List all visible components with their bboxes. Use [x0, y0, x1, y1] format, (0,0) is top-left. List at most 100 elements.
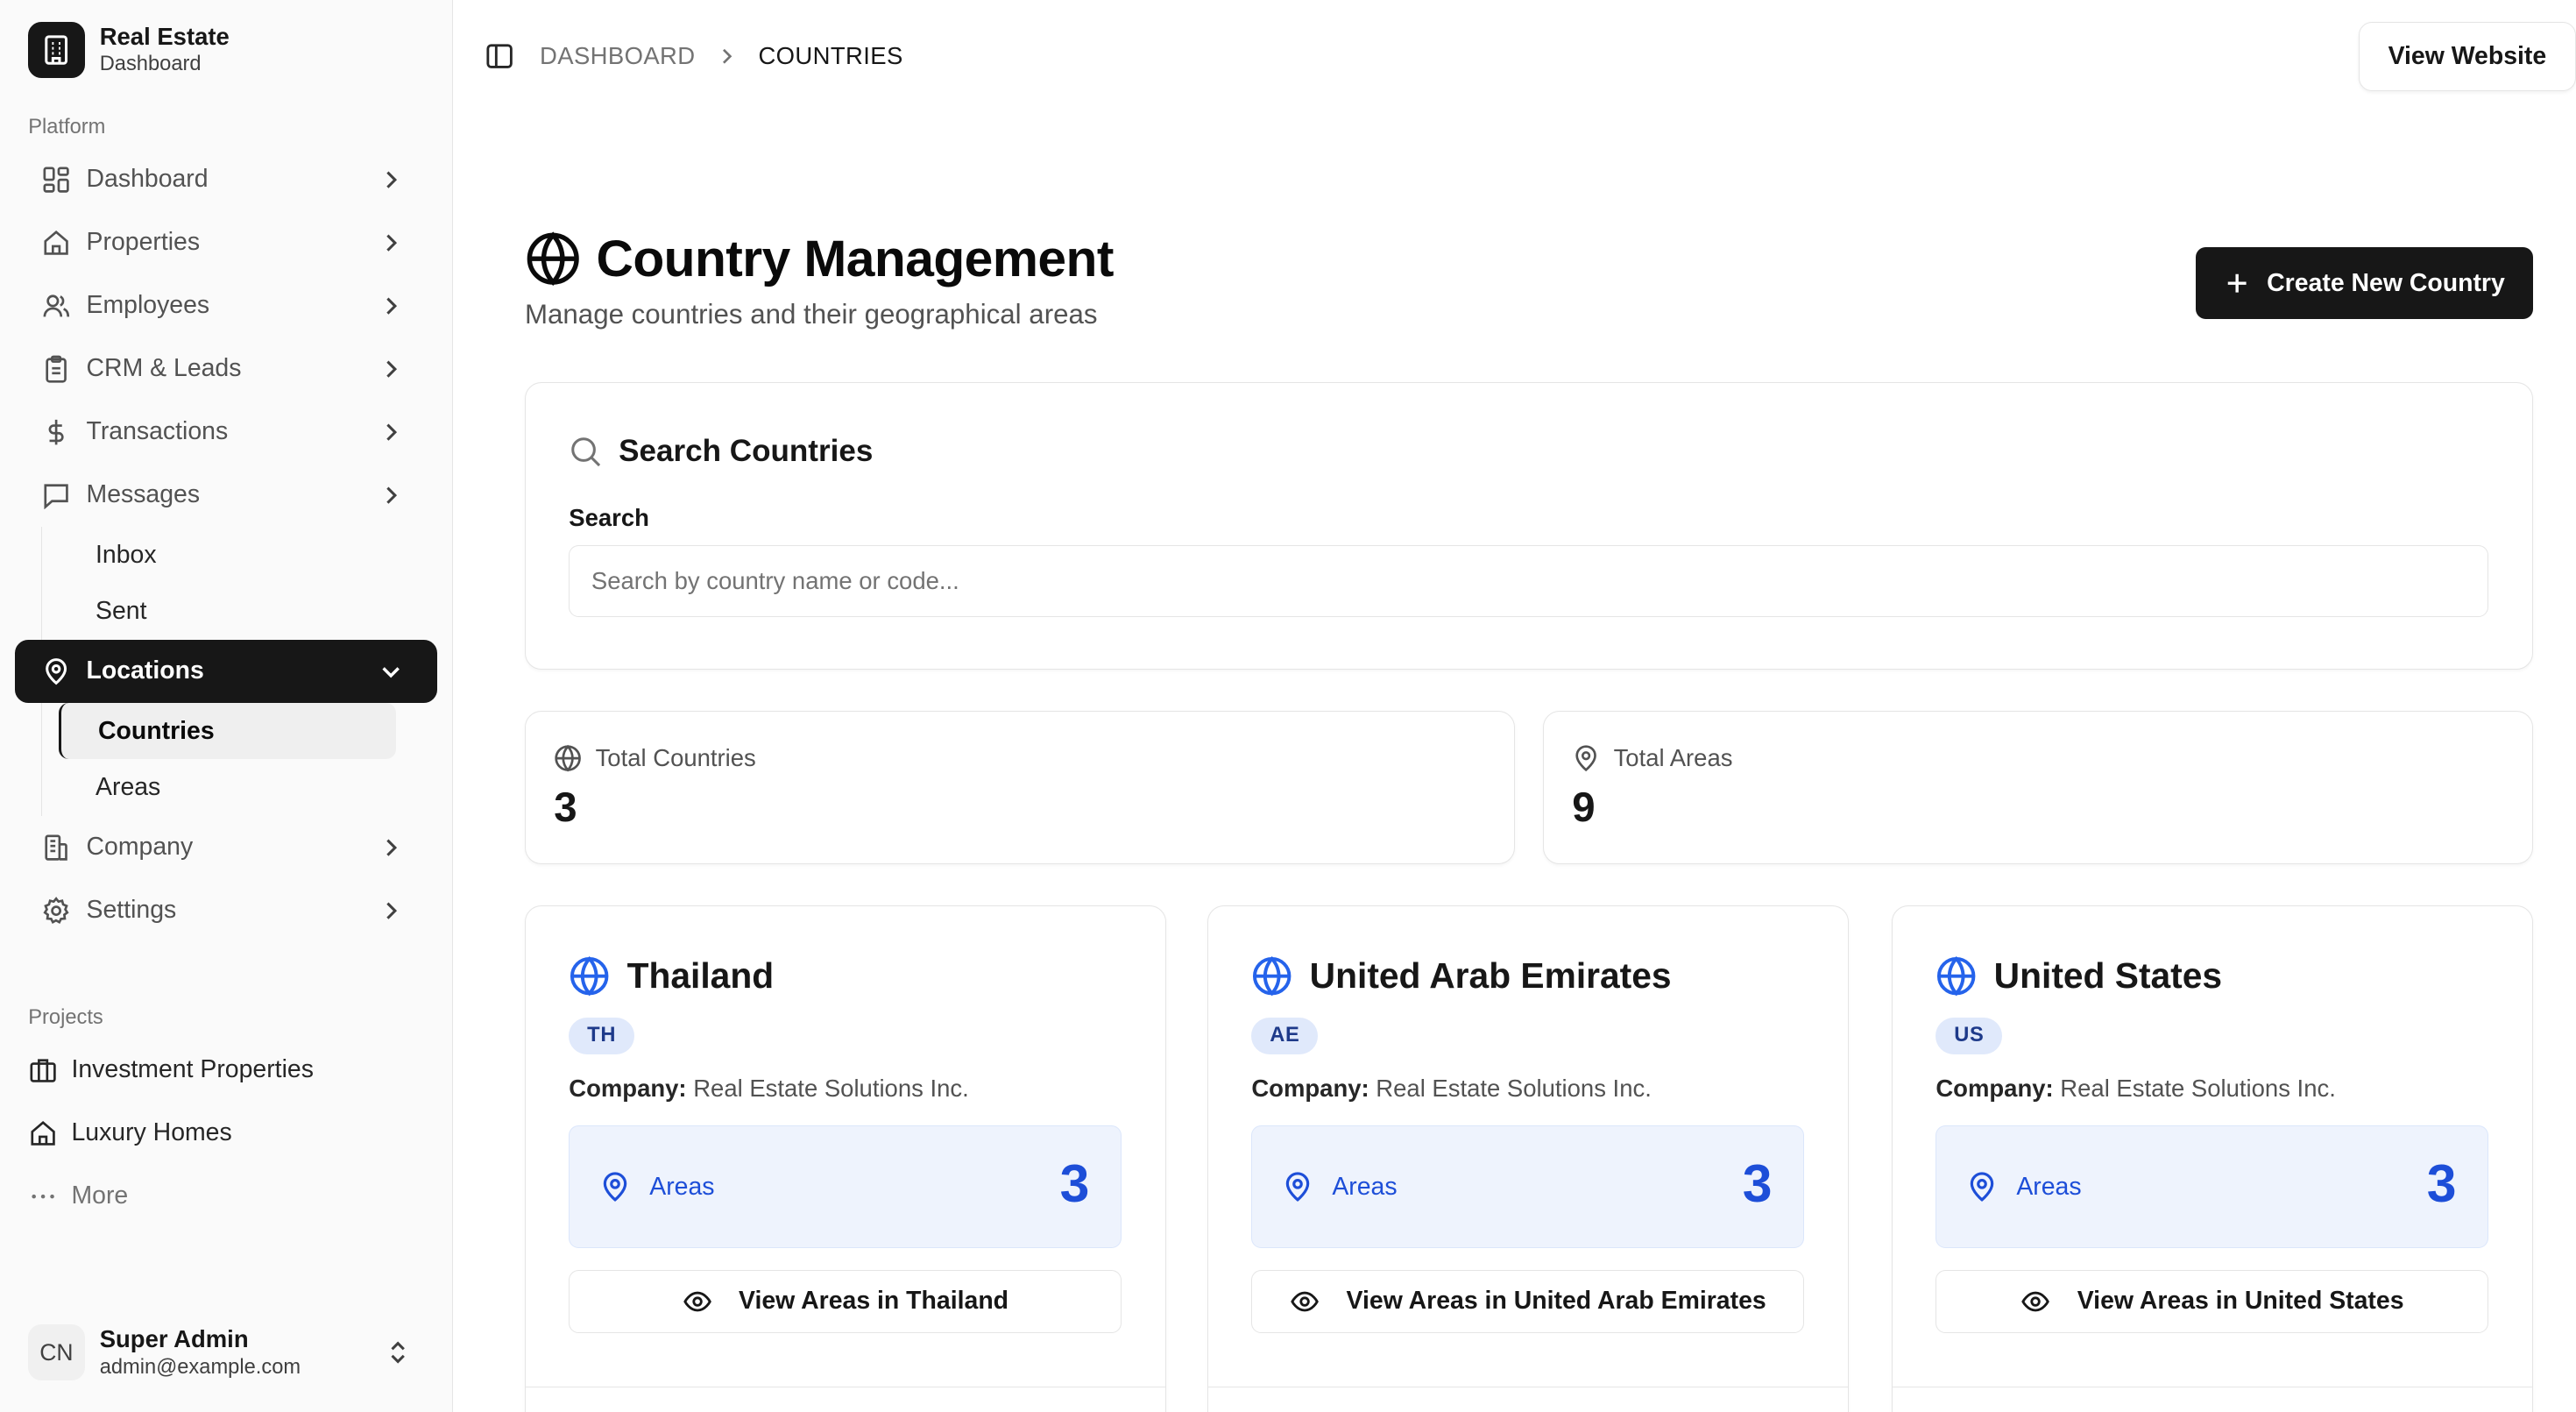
areas-count: 3 — [2426, 1153, 2457, 1214]
sidebar-item-dashboard[interactable]: Dashboard — [15, 148, 437, 211]
country-code-badge: AE — [1251, 1018, 1319, 1054]
country-card-uae: United Arab Emirates AE Company: Real Es… — [1207, 905, 1849, 1412]
sidebar-item-employees[interactable]: Employees — [15, 274, 437, 337]
sidebar-item-label: Properties — [86, 228, 201, 257]
home-icon — [28, 1118, 58, 1148]
map-pin-icon — [1286, 1172, 1310, 1203]
sidebar-item-label: Locations — [86, 656, 204, 685]
create-country-label: Create New Country — [2267, 268, 2505, 297]
view-areas-button[interactable]: View Areas in Thailand — [569, 1269, 1122, 1333]
user-menu[interactable]: CN Super Admin admin@example.com — [15, 1309, 437, 1396]
chevron-right-icon — [386, 360, 398, 378]
sidebar-item-label: Settings — [86, 896, 177, 925]
breadcrumb-dashboard[interactable]: DASHBOARD — [540, 42, 695, 70]
globe-icon — [570, 956, 609, 997]
sidebar-item-company[interactable]: Company — [15, 816, 437, 879]
country-card-united-states: United States US Company: Real Estate So… — [1892, 905, 2533, 1412]
sidebar-item-transactions[interactable]: Transactions — [15, 401, 437, 464]
view-areas-button[interactable]: View Areas in United States — [1936, 1269, 2489, 1333]
breadcrumb-countries: COUNTRIES — [758, 42, 903, 70]
view-areas-label: View Areas in Thailand — [739, 1287, 1009, 1316]
sidebar-item-crm-leads[interactable]: CRM & Leads — [15, 337, 437, 401]
total-areas-label: Total Areas — [1613, 744, 1733, 772]
areas-label: Areas — [2016, 1172, 2082, 1201]
user-name: Super Admin — [99, 1324, 249, 1352]
sidebar-item-properties[interactable]: Properties — [15, 211, 437, 274]
project-investment-properties[interactable]: Investment Properties — [15, 1039, 437, 1102]
avatar: CN — [28, 1323, 85, 1381]
sidebar-item-messages[interactable]: Messages — [15, 464, 437, 527]
eye-icon — [1291, 1291, 1319, 1312]
main-content: DASHBOARD COUNTRIES View Website Country… — [453, 0, 2576, 1412]
country-company: Company: Real Estate Solutions Inc. — [569, 1074, 969, 1102]
country-name: United Arab Emirates — [1309, 955, 1672, 997]
search-icon — [571, 436, 601, 466]
page-title: Country Management — [596, 231, 1114, 288]
sidebar-item-locations[interactable]: Locations — [15, 639, 438, 703]
view-areas-label: View Areas in United States — [2077, 1287, 2404, 1316]
users-icon — [41, 291, 71, 321]
view-areas-button[interactable]: View Areas in United Arab Emirates — [1251, 1269, 1805, 1333]
chevron-right-icon — [386, 234, 398, 252]
map-pin-icon — [1971, 1172, 1994, 1203]
plus-icon — [2227, 273, 2247, 293]
brand[interactable]: Real Estate Dashboard — [15, 0, 437, 87]
chevron-right-icon — [386, 839, 398, 856]
project-luxury-homes[interactable]: Luxury Homes — [15, 1102, 437, 1165]
sidebar-item-label: Company — [86, 833, 194, 862]
areas-summary: Areas 3 — [1251, 1125, 1805, 1249]
sidebar-toggle-icon[interactable] — [485, 42, 513, 70]
sidebar-item-label: Transactions — [86, 417, 229, 446]
globe-icon — [1253, 956, 1292, 997]
sidebar-subitem-sent[interactable]: Sent — [56, 583, 438, 639]
more-icon — [28, 1181, 58, 1211]
building-icon — [28, 21, 85, 79]
locations-submenu: Countries Areas — [41, 702, 438, 816]
map-pin-icon — [1575, 745, 1597, 772]
country-company: Company: Real Estate Solutions Inc. — [1251, 1074, 1652, 1102]
sidebar-item-label: Messages — [86, 480, 201, 509]
chevron-right-icon — [386, 902, 398, 919]
view-areas-label: View Areas in United Arab Emirates — [1346, 1287, 1766, 1316]
country-company: Company: Real Estate Solutions Inc. — [1936, 1074, 2336, 1102]
search-input[interactable] — [569, 545, 2489, 617]
sidebar: Real Estate Dashboard Platform Dashboard… — [0, 0, 454, 1412]
view-website-button[interactable]: View Website — [2358, 21, 2576, 92]
project-more[interactable]: More — [15, 1165, 437, 1228]
sidebar-item-settings[interactable]: Settings — [15, 879, 437, 942]
country-name: United States — [1993, 955, 2223, 997]
country-code-badge: US — [1936, 1018, 2003, 1054]
clipboard-icon — [41, 354, 71, 384]
user-email: admin@example.com — [99, 1356, 301, 1380]
create-country-button[interactable]: Create New Country — [2195, 247, 2533, 319]
areas-label: Areas — [1332, 1172, 1398, 1201]
areas-summary: Areas 3 — [569, 1125, 1122, 1249]
total-countries-label: Total Countries — [595, 744, 756, 772]
chevrons-up-down-icon — [391, 1341, 405, 1364]
chevron-right-icon — [386, 171, 398, 188]
project-label: Luxury Homes — [71, 1118, 232, 1147]
areas-summary: Areas 3 — [1936, 1125, 2489, 1249]
country-name: Thailand — [626, 955, 775, 997]
search-card-title: Search Countries — [619, 433, 874, 468]
sidebar-item-label: CRM & Leads — [86, 354, 242, 383]
map-pin-icon — [604, 1172, 627, 1203]
platform-group-label: Platform — [28, 116, 106, 139]
page-content: Country Management Manage countries and … — [524, 226, 2533, 1412]
areas-count: 3 — [1742, 1153, 1773, 1214]
eye-icon — [2021, 1291, 2050, 1312]
chevron-down-icon — [382, 666, 400, 678]
sidebar-subitem-areas[interactable]: Areas — [56, 759, 438, 815]
country-code-badge: TH — [569, 1018, 635, 1054]
chevron-right-icon — [386, 297, 398, 315]
sidebar-subitem-countries[interactable]: Countries — [59, 702, 397, 760]
breadcrumb: DASHBOARD COUNTRIES — [540, 42, 903, 70]
briefcase-icon — [28, 1055, 58, 1085]
total-countries-value: 3 — [554, 784, 577, 831]
total-areas-card: Total Areas 9 — [1542, 711, 2533, 864]
brand-title: Real Estate — [99, 22, 230, 50]
home-icon — [41, 228, 71, 258]
sidebar-subitem-inbox[interactable]: Inbox — [56, 527, 438, 583]
globe-icon — [1937, 956, 1976, 997]
search-label: Search — [569, 504, 649, 532]
